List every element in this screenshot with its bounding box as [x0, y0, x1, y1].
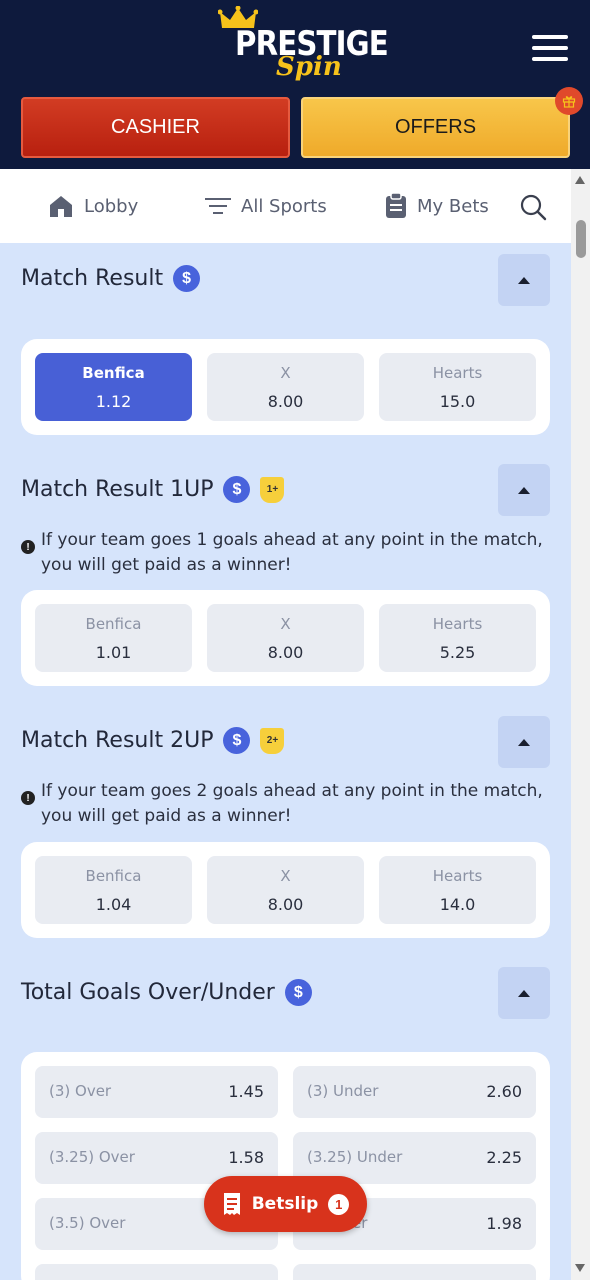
- home-icon: [50, 196, 72, 217]
- selection-odds: 1.58: [228, 1148, 264, 1167]
- selection-label: (3) Under: [307, 1082, 379, 1100]
- selection-odds: 1.98: [486, 1214, 522, 1233]
- odds-button[interactable]: X 8.00: [207, 353, 364, 421]
- selection-odds: 8.00: [267, 894, 304, 914]
- filter-lines-icon: [205, 198, 231, 214]
- chevron-up-icon: [518, 738, 530, 746]
- selection-label: Hearts: [432, 866, 483, 885]
- prestige-spin-logo[interactable]: PRESTIGE Spin: [218, 6, 389, 88]
- selection-label: Benfica: [82, 363, 145, 382]
- market-title-match-result: Match Result $: [21, 265, 201, 292]
- receipt-icon: [223, 1193, 240, 1215]
- selection-odds: 1.01: [95, 642, 132, 662]
- odds-button[interactable]: Benfica 1.12: [35, 353, 192, 421]
- selection-label: (3.5) Over: [49, 1214, 126, 1232]
- collapse-button[interactable]: [498, 464, 550, 516]
- market-title-text: Total Goals Over/Under: [21, 980, 275, 1005]
- betslip-count-badge: 1: [328, 1193, 350, 1215]
- selection-label: X: [280, 866, 291, 885]
- selection-label: Hearts: [432, 614, 483, 633]
- market-card: Benfica 1.12 X 8.00 Hearts 15.0: [21, 339, 550, 435]
- odds-button[interactable]: Benfica 1.01: [35, 604, 192, 672]
- selection-label: X: [280, 614, 291, 633]
- odds-button[interactable]: Hearts 5.25: [379, 604, 536, 672]
- selection-label: (3) Over: [49, 1082, 112, 1100]
- betslip-button[interactable]: Betslip 1: [204, 1176, 367, 1232]
- scrollbar-thumb[interactable]: [576, 220, 586, 258]
- nav-label-lobby: Lobby: [84, 195, 139, 217]
- collapse-button[interactable]: [498, 716, 550, 768]
- nav-label-my-bets: My Bets: [417, 195, 489, 217]
- market-title-match-result-1up: Match Result 1UP $ 1+: [21, 476, 285, 503]
- market-card: (3) Over 1.45 (3) Under 2.60 (3.25) Over…: [21, 1052, 550, 1280]
- market-card: Benfica 1.01 X 8.00 Hearts 5.25: [21, 590, 550, 686]
- gift-icon[interactable]: [555, 87, 583, 115]
- dollar-icon: $: [223, 727, 251, 754]
- selection-odds: 2.60: [486, 1082, 522, 1101]
- market-info-note: ! If your team goes 1 goals ahead at any…: [21, 528, 561, 578]
- selection-label: (3.25) Over: [49, 1148, 135, 1166]
- odds-button-under[interactable]: (3) Under 2.60: [293, 1066, 536, 1118]
- selection-odds: 8.00: [267, 642, 304, 662]
- scroll-down-arrow-icon[interactable]: [575, 1264, 585, 1272]
- market-title-match-result-2up: Match Result 2UP $ 2+: [21, 727, 285, 754]
- selection-odds: 8.00: [267, 391, 304, 411]
- market-card: Benfica 1.04 X 8.00 Hearts 14.0: [21, 842, 550, 938]
- market-title-text: Match Result 2UP: [21, 728, 214, 753]
- market-info-note: ! If your team goes 2 goals ahead at any…: [21, 779, 561, 829]
- cashier-button[interactable]: CASHIER: [21, 97, 290, 158]
- odds-button-over[interactable]: [35, 1264, 278, 1280]
- odds-button[interactable]: X 8.00: [207, 604, 364, 672]
- dollar-icon: $: [223, 476, 251, 503]
- selection-odds: 1.04: [95, 894, 132, 914]
- scroll-up-arrow-icon[interactable]: [575, 176, 585, 184]
- selection-odds: 14.0: [439, 894, 476, 914]
- selection-odds: 1.45: [228, 1082, 264, 1101]
- selection-odds: 5.25: [439, 642, 476, 662]
- selection-odds: 15.0: [439, 391, 476, 411]
- dollar-icon: $: [284, 979, 312, 1006]
- market-title-total-goals: Total Goals Over/Under $: [21, 979, 312, 1006]
- info-icon: !: [21, 791, 35, 805]
- offers-button[interactable]: OFFERS: [301, 97, 570, 158]
- nav-item-all-sports[interactable]: All Sports: [205, 191, 327, 221]
- selection-odds: 1.12: [95, 391, 132, 411]
- collapse-button[interactable]: [498, 254, 550, 306]
- nav-item-lobby[interactable]: Lobby: [48, 191, 138, 221]
- scrollbar-track[interactable]: [571, 169, 590, 1280]
- odds-button[interactable]: Hearts 14.0: [379, 856, 536, 924]
- odds-button[interactable]: Hearts 15.0: [379, 353, 536, 421]
- nav-item-my-bets[interactable]: My Bets: [385, 191, 489, 221]
- odds-button[interactable]: X 8.00: [207, 856, 364, 924]
- sports-nav-bar: Lobby All Sports My Bets: [0, 169, 571, 243]
- market-info-text: If your team goes 2 goals ahead at any p…: [41, 781, 543, 826]
- selection-label: X: [280, 363, 291, 382]
- odds-button-under[interactable]: [293, 1264, 536, 1280]
- app-header: PRESTIGE Spin CASHIER OFFERS: [0, 0, 590, 169]
- betslip-label: Betslip: [251, 1194, 319, 1214]
- odds-button[interactable]: Benfica 1.04: [35, 856, 192, 924]
- selection-label: Benfica: [85, 614, 142, 633]
- selection-label: Benfica: [85, 866, 142, 885]
- selection-label: (3.25) Under: [307, 1148, 403, 1166]
- market-title-text: Match Result: [21, 266, 164, 291]
- market-title-text: Match Result 1UP: [21, 477, 214, 502]
- chevron-up-icon: [518, 276, 530, 284]
- goal-lead-badge: 1+: [260, 476, 285, 503]
- goal-lead-badge: 2+: [260, 727, 285, 754]
- odds-button-over[interactable]: (3) Over 1.45: [35, 1066, 278, 1118]
- search-icon[interactable]: [519, 193, 547, 221]
- logo-text-spin: Spin: [276, 52, 342, 82]
- chevron-up-icon: [518, 486, 530, 494]
- menu-icon[interactable]: [532, 33, 570, 63]
- info-icon: !: [21, 540, 35, 554]
- nav-label-all-sports: All Sports: [241, 195, 327, 217]
- clipboard-icon: [386, 193, 406, 218]
- collapse-button[interactable]: [498, 967, 550, 1019]
- selection-label: Hearts: [432, 363, 483, 382]
- chevron-up-icon: [518, 989, 530, 997]
- dollar-icon: $: [173, 265, 201, 292]
- market-info-text: If your team goes 1 goals ahead at any p…: [41, 530, 543, 575]
- selection-odds: 2.25: [486, 1148, 522, 1167]
